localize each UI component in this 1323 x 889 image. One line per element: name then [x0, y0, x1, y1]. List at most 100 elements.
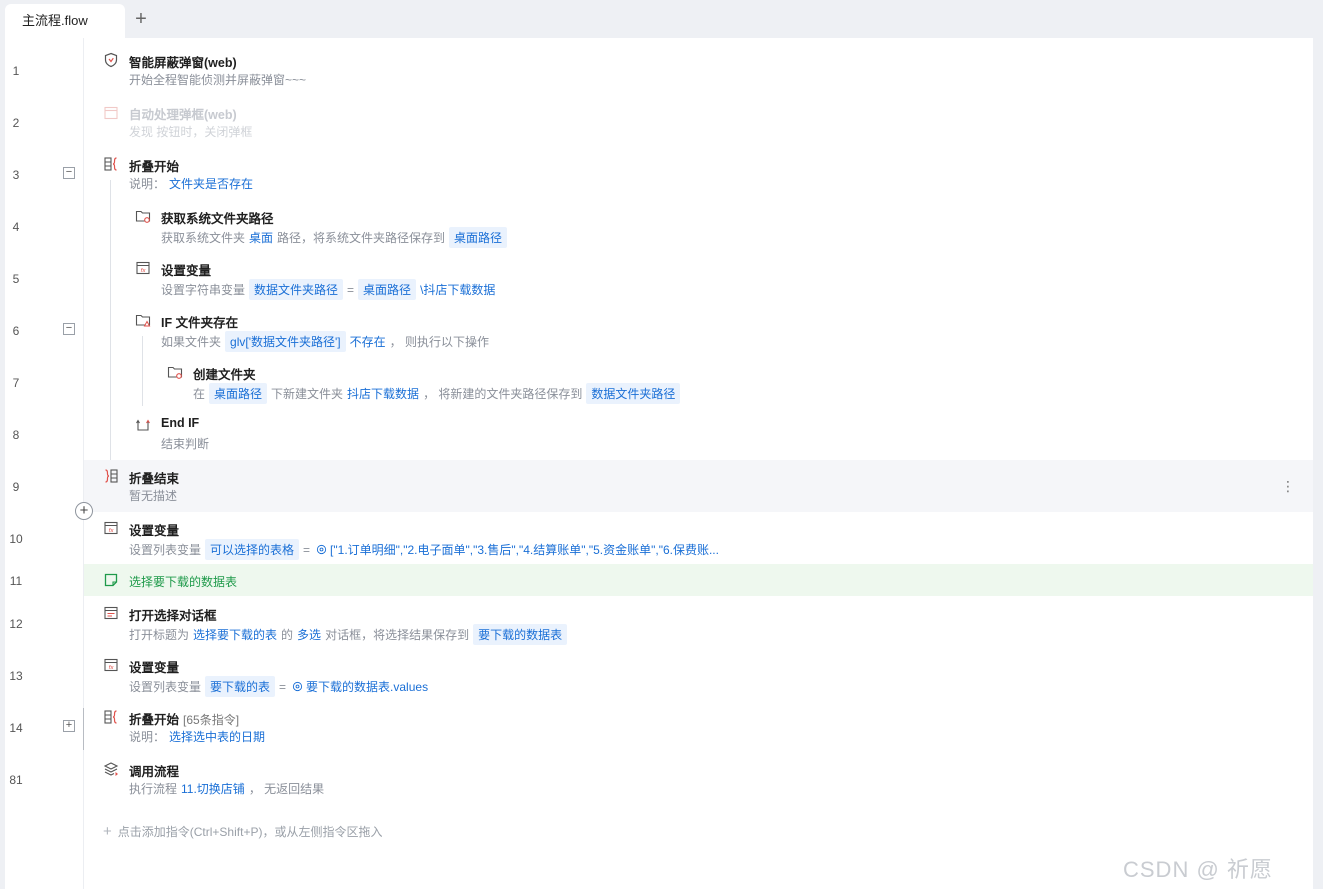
step-description: 如果文件夹 glv['数据文件夹路径'] 不存在 ， 则执行以下操作	[161, 331, 493, 352]
add-hint-text: 点击添加指令(Ctrl+Shift+P)，或从左侧指令区拖入	[117, 825, 383, 839]
step-row[interactable]: 3 − 折叠开始 说明： 文件夹是否存在	[0, 148, 1313, 200]
tab-bar: 主流程.flow +	[0, 0, 1323, 38]
variable-chip[interactable]: 桌面路径	[449, 227, 508, 248]
fold-start-icon	[104, 710, 117, 724]
description-text: 开始全程智能侦测并屏蔽弹窗~~~	[129, 73, 307, 87]
step-title: 设置变量	[129, 524, 180, 538]
step-row[interactable]: 10 fx 设置变量 设置列表变量 可以选择的表格 = ["1.订单明细","2…	[0, 512, 1313, 564]
fold-end-icon	[105, 469, 118, 483]
shield-icon	[104, 52, 118, 68]
step-row[interactable]: 6 − IF 文件夹存在 如果文件夹 glv['数据文件夹路径'] 不存在 ， …	[0, 304, 1313, 356]
folder-if-icon	[135, 314, 151, 327]
collapse-button[interactable]: −	[63, 323, 75, 335]
variable-chip[interactable]: 数据文件夹路径	[249, 279, 344, 300]
step-title: 智能屏蔽弹窗(web)	[129, 56, 237, 70]
step-description: 设置字符串变量 数据文件夹路径 = 桌面路径 \抖店下载数据	[161, 279, 495, 300]
description-text: 打开标题为	[129, 628, 190, 642]
expand-button[interactable]: +	[63, 720, 75, 732]
step-description: 获取系统文件夹 桌面 路径，将系统文件夹路径保存到 桌面路径	[161, 227, 511, 248]
variable-chip[interactable]: 要下载的数据表	[473, 624, 568, 645]
instruction-count: [65条指令]	[183, 713, 240, 727]
step-title: 折叠开始	[129, 160, 180, 174]
step-title: IF 文件夹存在	[161, 316, 239, 330]
step-description: 说明： 选择选中表的日期	[129, 728, 269, 745]
description-label: 说明：	[129, 177, 166, 191]
line-number: 6	[12, 324, 20, 338]
step-description: 结束判断	[161, 435, 209, 452]
step-description: 在 桌面路径 下新建文件夹 抖店下载数据 ， 将新建的文件夹路径保存到 数据文件…	[193, 383, 684, 404]
description-value: 选择选中表的日期	[169, 730, 266, 744]
description-text: 获取系统文件夹	[161, 231, 246, 245]
description-text: 设置列表变量	[129, 543, 202, 557]
step-row[interactable]: 8 End IF 结束判断	[0, 408, 1313, 460]
step-row[interactable]: 14 + 折叠开始 [65条指令] 说明： 选择选中表的日期	[0, 701, 1313, 753]
step-title: 设置变量	[129, 661, 180, 675]
line-number: 11	[9, 574, 23, 588]
more-options-icon[interactable]: ⋮	[1281, 479, 1295, 493]
step-title: 创建文件夹	[193, 368, 256, 382]
description-value: 选择要下载的表	[193, 628, 278, 642]
note-text: 选择要下载的数据表	[129, 575, 238, 589]
line-number: 7	[12, 376, 20, 390]
description-text: 暂无描述	[129, 489, 178, 503]
tab-main-flow[interactable]: 主流程.flow	[5, 4, 125, 38]
description-value: \抖店下载数据	[420, 283, 496, 297]
end-if-icon	[136, 419, 150, 431]
fold-start-icon	[104, 157, 117, 171]
line-number: 13	[9, 669, 23, 683]
step-row[interactable]: 5 fx 设置变量 设置字符串变量 数据文件夹路径 = 桌面路径 \抖店下载数据	[0, 252, 1313, 304]
popup-window-icon	[104, 106, 118, 120]
collapse-button[interactable]: −	[63, 167, 75, 179]
description-text: 设置列表变量	[129, 680, 202, 694]
description-text: 设置字符串变量	[161, 283, 246, 297]
step-row-disabled[interactable]: 2 自动处理弹框(web) 发现 按钮时，关闭弹框	[0, 96, 1313, 148]
variable-chip[interactable]: 要下载的表	[205, 676, 276, 697]
step-title: 折叠开始 [65条指令]	[129, 709, 239, 728]
line-number: 4	[12, 220, 20, 234]
variable-chip[interactable]: 数据文件夹路径	[586, 383, 681, 404]
step-title: 打开选择对话框	[129, 609, 217, 623]
variable-chip[interactable]: 可以选择的表格	[205, 539, 300, 560]
expression-icon	[316, 544, 327, 555]
step-row[interactable]: 12 打开选择对话框 打开标题为 选择要下载的表 的 多选 对话框，将选择结果保…	[0, 597, 1313, 649]
description-value: 桌面	[249, 231, 274, 245]
step-description: 暂无描述	[129, 487, 177, 504]
add-instruction-hint[interactable]: + 点击添加指令(Ctrl+Shift+P)，或从左侧指令区拖入	[103, 823, 382, 840]
description-text: 下新建文件夹	[271, 387, 344, 401]
step-row[interactable]: 4 获取系统文件夹路径 获取系统文件夹 桌面 路径，将系统文件夹路径保存到 桌面…	[0, 200, 1313, 252]
step-description: 设置列表变量 可以选择的表格 = ["1.订单明细","2.电子面单","3.售…	[129, 539, 719, 560]
watermark: CSDN @ 祈愿	[1123, 857, 1273, 882]
add-tab-button[interactable]: +	[130, 8, 152, 32]
description-text: 结束判断	[161, 437, 210, 451]
line-number: 12	[9, 617, 23, 631]
variable-chip[interactable]: glv['数据文件夹路径']	[225, 331, 346, 352]
step-description: 开始全程智能侦测并屏蔽弹窗~~~	[129, 71, 306, 88]
description-label: 说明：	[129, 730, 166, 744]
variable-icon: fx	[104, 521, 118, 535]
description-value: 抖店下载数据	[347, 387, 420, 401]
line-number: 14	[9, 721, 23, 735]
description-value: 多选	[297, 628, 322, 642]
variable-chip[interactable]: 桌面路径	[209, 383, 268, 404]
note-row[interactable]: 11 选择要下载的数据表	[0, 564, 1313, 596]
equals-sign: =	[347, 282, 355, 297]
expression-icon	[292, 681, 303, 692]
variable-chip[interactable]: 桌面路径	[358, 279, 417, 300]
step-row[interactable]: 13 fx 设置变量 设置列表变量 要下载的表 = 要下载的数据表.values	[0, 649, 1313, 701]
step-title: 调用流程	[129, 765, 180, 779]
description-value: ["1.订单明细","2.电子面单","3.售后","4.结算账单","5.资金…	[330, 543, 719, 557]
step-row[interactable]: 81 调用流程 执行流程 11.切换店铺 ， 无返回结果	[0, 753, 1313, 805]
description-text: ， 则执行以下操作	[389, 335, 489, 349]
step-title: End IF	[161, 416, 200, 430]
step-row[interactable]: 9 折叠结束 暂无描述 ⋮	[0, 460, 1313, 512]
line-number: 8	[12, 428, 20, 442]
svg-text:fx: fx	[109, 665, 115, 671]
line-number: 1	[12, 64, 20, 78]
step-row[interactable]: 1 智能屏蔽弹窗(web) 开始全程智能侦测并屏蔽弹窗~~~	[0, 44, 1313, 96]
dialog-icon	[104, 606, 118, 620]
step-title: 自动处理弹框(web)	[129, 108, 237, 122]
step-row[interactable]: 7 创建文件夹 在 桌面路径 下新建文件夹 抖店下载数据 ， 将新建的文件夹路径…	[0, 356, 1313, 408]
step-description: 执行流程 11.切换店铺 ， 无返回结果	[129, 780, 324, 797]
description-value: 11.切换店铺	[181, 782, 245, 796]
title-text: 折叠开始	[129, 713, 180, 727]
